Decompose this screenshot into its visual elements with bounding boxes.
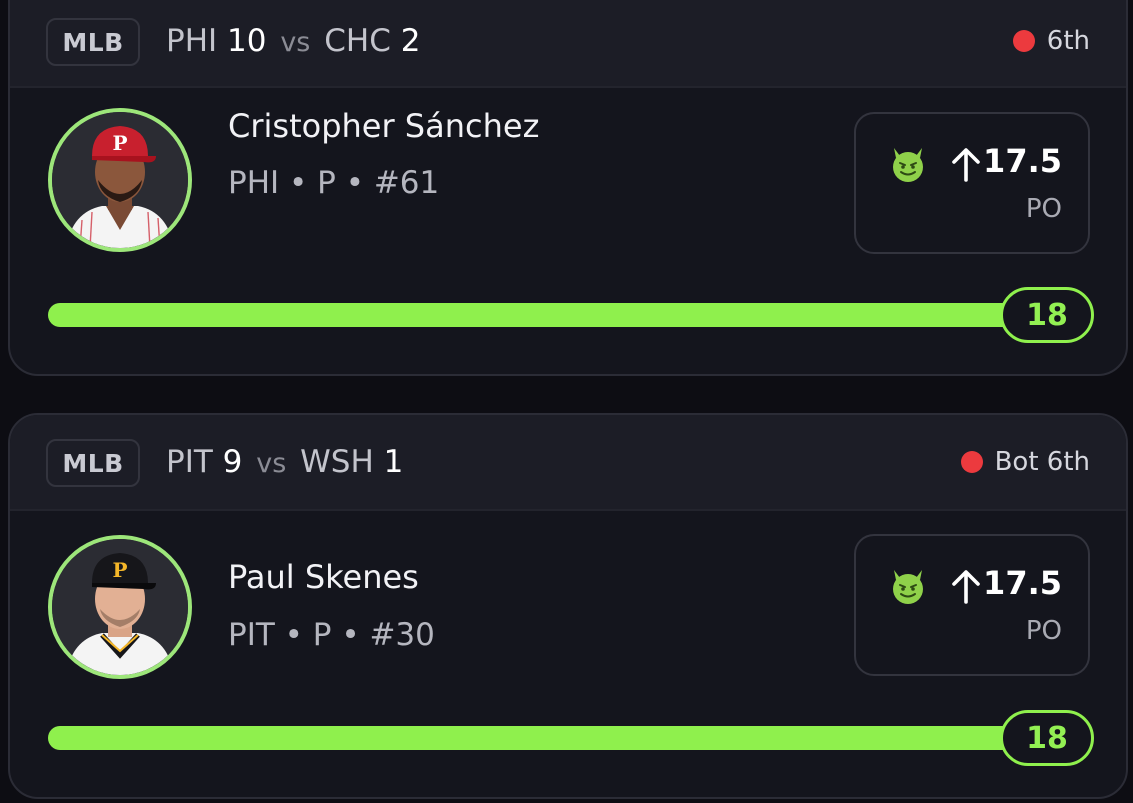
progress-bar	[48, 303, 1048, 327]
svg-text:P: P	[112, 131, 127, 155]
player-photo-icon: P	[52, 112, 188, 248]
home-team: PHI	[166, 23, 218, 59]
prop-line-box[interactable]: 17.5 PO	[854, 112, 1090, 254]
vs-label: vs	[256, 448, 287, 479]
inning-label: Bot 6th	[994, 447, 1090, 477]
live-dot-icon	[960, 451, 983, 473]
progress-fill	[48, 303, 1048, 327]
progress-fill	[48, 726, 1048, 750]
line-value: 17.5	[983, 142, 1062, 180]
league-badge: MLB	[46, 439, 140, 487]
player-photo-icon: P	[52, 539, 188, 675]
stat-label: PO	[1025, 616, 1062, 646]
prop-line-box[interactable]: 17.5 PO	[854, 534, 1090, 676]
game-header: MLB PIT 9 vs WSH 1 Bot 6th	[10, 415, 1126, 511]
player-meta: PHI • P • #61	[228, 165, 440, 201]
current-value-pill: 18	[1000, 710, 1094, 766]
vs-label: vs	[280, 27, 311, 58]
player-name[interactable]: Paul Skenes	[228, 558, 419, 596]
stat-label: PO	[1025, 194, 1062, 224]
current-value-pill: 18	[1000, 287, 1094, 343]
home-score: 10	[227, 23, 267, 59]
player-avatar[interactable]: P	[48, 535, 192, 679]
line-value: 17.5	[983, 564, 1062, 602]
away-score: 2	[400, 23, 421, 59]
arrow-up-icon	[952, 570, 980, 604]
progress-bar	[48, 726, 1048, 750]
home-team: PIT	[166, 444, 213, 480]
live-status: 6th	[1012, 26, 1090, 56]
demon-icon	[893, 148, 923, 182]
matchup-score: PIT 9 vs WSH 1	[166, 444, 403, 480]
player-name[interactable]: Cristopher Sánchez	[228, 107, 539, 145]
svg-text:P: P	[112, 558, 127, 582]
player-meta: PIT • P • #30	[228, 617, 435, 653]
away-team: CHC	[324, 23, 391, 59]
live-dot-icon	[1012, 30, 1035, 52]
prop-card-sanchez[interactable]: MLB PHI 10 vs CHC 2 6th P Cristopher Sán…	[8, 0, 1128, 376]
away-team: WSH	[300, 444, 374, 480]
away-score: 1	[383, 444, 404, 480]
league-badge: MLB	[46, 18, 140, 66]
inning-label: 6th	[1046, 26, 1090, 56]
matchup-score: PHI 10 vs CHC 2	[166, 23, 420, 59]
prop-card-skenes[interactable]: MLB PIT 9 vs WSH 1 Bot 6th P Paul Skenes…	[8, 413, 1128, 799]
home-score: 9	[222, 444, 243, 480]
live-status: Bot 6th	[960, 447, 1090, 477]
demon-icon	[893, 570, 923, 604]
player-avatar[interactable]: P	[48, 108, 192, 252]
arrow-up-icon	[952, 148, 980, 182]
game-header: MLB PHI 10 vs CHC 2 6th	[10, 0, 1126, 88]
